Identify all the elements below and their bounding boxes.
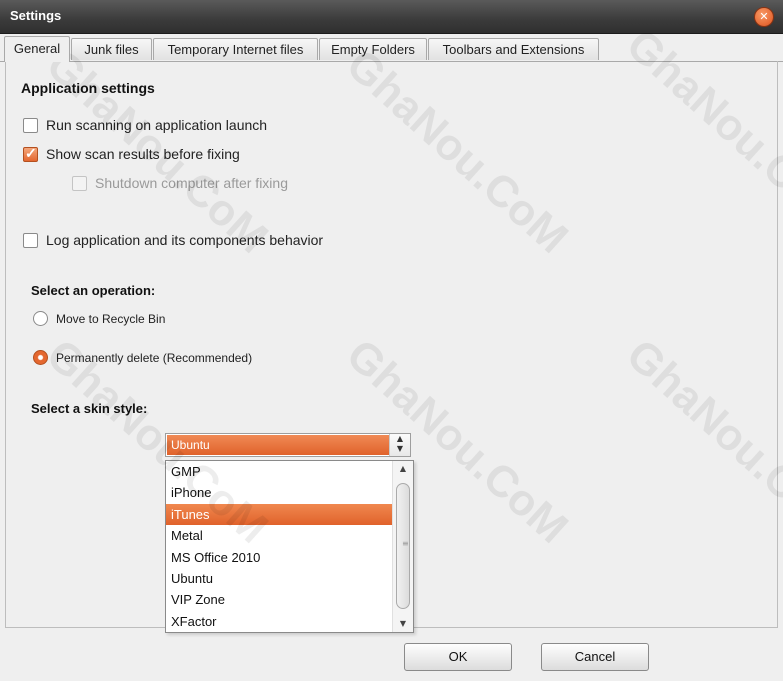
skin-option-xfactor[interactable]: XFactor (166, 611, 392, 632)
recycle-bin-label: Move to Recycle Bin (56, 311, 166, 326)
tab-bar: General Junk files Temporary Internet fi… (0, 34, 783, 62)
permanently-delete-label: Permanently delete (Recommended) (56, 350, 253, 365)
dropdown-scrollbar[interactable]: ▲ ≡ ▼ (392, 461, 413, 632)
grip-icon: ≡ (402, 539, 409, 548)
skin-select[interactable]: Ubuntu ▲ ▼ (165, 433, 411, 457)
shutdown-option: Shutdown computer after fixing (72, 175, 288, 191)
tab-junk-files[interactable]: Junk files (71, 38, 152, 60)
run-scanning-option[interactable]: Run scanning on application launch (23, 117, 267, 133)
run-scanning-label: Run scanning on application launch (46, 117, 268, 133)
skin-option-ms-office-2010[interactable]: MS Office 2010 (166, 547, 392, 568)
show-results-checkbox[interactable] (23, 145, 38, 162)
spin-arrows-icon[interactable]: ▲ ▼ (389, 434, 410, 456)
skin-option-gmp[interactable]: GMP (166, 461, 392, 482)
skin-option-ubuntu[interactable]: Ubuntu (166, 568, 392, 589)
show-results-option[interactable]: Show scan results before fixing (23, 145, 240, 162)
tab-empty-folders[interactable]: Empty Folders (319, 38, 427, 60)
tab-toolbars-and-extensions[interactable]: Toolbars and Extensions (428, 38, 599, 60)
application-settings-title: Application settings (21, 80, 155, 96)
operation-title: Select an operation: (31, 283, 156, 298)
title-bar: Settings ✕ (0, 0, 783, 34)
skin-select-value: Ubuntu (167, 435, 389, 455)
tab-general[interactable]: General (4, 36, 70, 62)
permanently-delete-radio[interactable] (33, 350, 48, 365)
show-results-label: Show scan results before fixing (46, 146, 240, 162)
skin-option-vip-zone[interactable]: VIP Zone (166, 589, 392, 610)
scrollbar-thumb[interactable]: ≡ (396, 483, 410, 609)
log-behavior-label: Log application and its components behav… (46, 232, 324, 248)
window-title: Settings (10, 8, 62, 23)
ok-button[interactable]: OK (404, 643, 512, 671)
tab-temporary-internet-files[interactable]: Temporary Internet files (153, 38, 318, 60)
scroll-down-icon[interactable]: ▼ (393, 616, 413, 632)
log-behavior-option[interactable]: Log application and its components behav… (23, 232, 323, 248)
skin-option-iphone[interactable]: iPhone (166, 482, 392, 503)
log-behavior-checkbox[interactable] (23, 232, 38, 248)
cancel-button[interactable]: Cancel (541, 643, 649, 671)
skin-title: Select a skin style: (31, 401, 148, 416)
recycle-bin-radio[interactable] (33, 311, 48, 326)
run-scanning-checkbox[interactable] (23, 117, 38, 133)
scroll-up-icon[interactable]: ▲ (393, 461, 413, 477)
shutdown-label: Shutdown computer after fixing (95, 175, 288, 191)
permanently-delete-option[interactable]: Permanently delete (Recommended) (33, 350, 252, 365)
skin-dropdown-list[interactable]: GMP iPhone iTunes Metal MS Office 2010 U… (165, 460, 414, 633)
skin-option-metal[interactable]: Metal (166, 525, 392, 546)
recycle-bin-option[interactable]: Move to Recycle Bin (33, 311, 165, 326)
shutdown-checkbox (72, 175, 87, 191)
skin-option-itunes[interactable]: iTunes (166, 503, 392, 526)
close-icon[interactable]: ✕ (755, 8, 773, 26)
